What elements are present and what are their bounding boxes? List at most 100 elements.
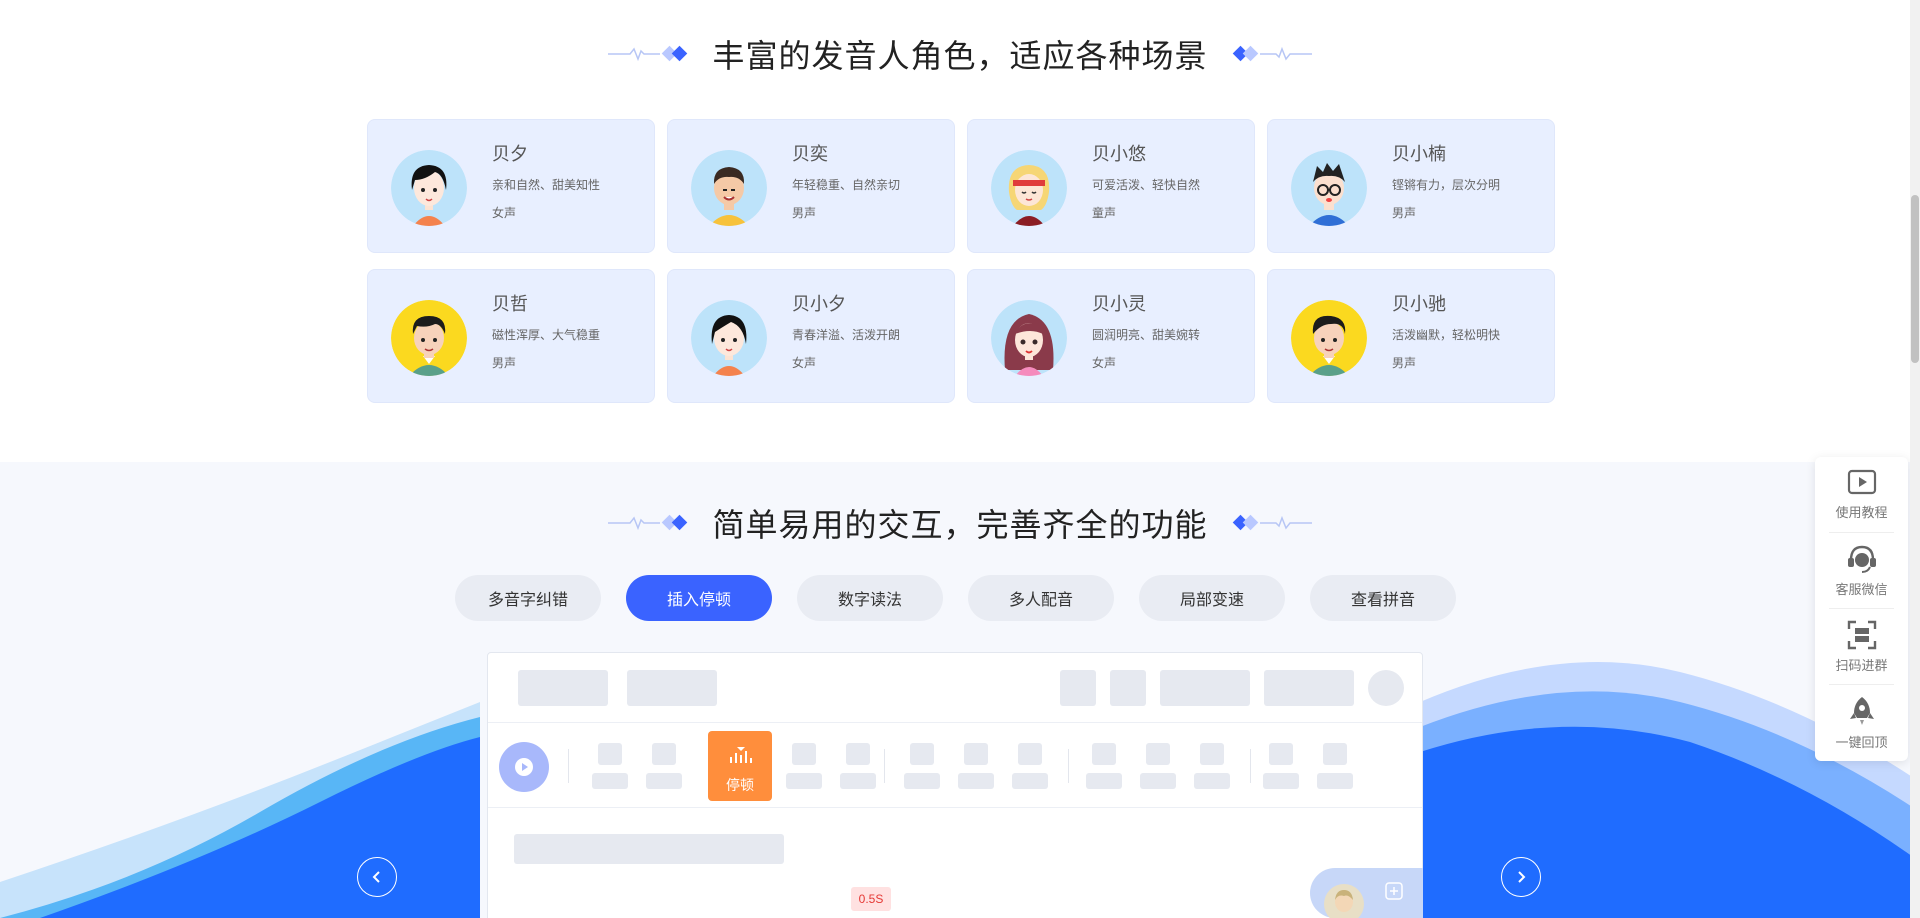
pinyin-placeholder [958,773,994,789]
voice-description: 青春洋溢、活泼开朗 [792,328,901,342]
male-glasses-icon [1291,150,1367,226]
voice-gender: 男声 [792,206,817,220]
title-decoration-right [1230,513,1312,533]
pause-label: 停顿 [726,778,754,794]
word-placeholder [910,743,934,765]
tab-number-reading[interactable]: 数字读法 [797,575,943,621]
pinyin-placeholder [592,773,628,789]
female-long-hair-icon [991,300,1067,376]
pinyin-placeholder [1263,773,1299,789]
voice-name: 贝夕 [492,144,528,165]
divider [1068,749,1069,783]
voice-card[interactable]: 贝奕 年轻稳重、自然亲切 男声 [667,119,955,253]
pinyin-placeholder [1194,773,1230,789]
carousel-prev-button[interactable] [357,857,397,897]
voice-gender: 男声 [1392,356,1417,370]
play-icon [515,758,533,776]
title-decoration-right [1230,44,1312,64]
feature-demo-panel: 停顿 0.5S [487,652,1423,918]
voice-card[interactable]: 贝小楠 铿锵有力，层次分明 男声 [1267,119,1555,253]
side-item-label: 使用教程 [1835,505,1888,521]
voice-card[interactable]: 贝夕 亲和自然、甜美知性 女声 [367,119,655,253]
voice-description: 亲和自然、甜美知性 [492,178,601,192]
word-placeholder [792,743,816,765]
page-scrollbar-track[interactable] [1910,0,1920,918]
voice-gender: 女声 [1092,356,1117,370]
section-features-title: 简单易用的交互，完善齐全的功能 [712,506,1208,544]
female-short-hair-icon [691,300,767,376]
divider [488,807,1422,808]
tab-local-speed[interactable]: 局部变速 [1139,575,1285,621]
voice-card[interactable]: 贝小悠 可爱活泼、轻快自然 童声 [967,119,1255,253]
play-button[interactable] [499,742,549,792]
voice-description: 活泼幽默，轻松明快 [1392,328,1501,342]
side-item-back-to-top[interactable]: 一键回顶 [1815,685,1908,760]
section-features-header: 简单易用的交互，完善齐全的功能 [0,493,1920,553]
voice-description: 磁性浑厚、大气稳重 [492,328,601,342]
section-voices-title: 丰富的发音人角色，适应各种场景 [712,37,1208,75]
side-item-label: 客服微信 [1835,582,1888,598]
carousel-next-button[interactable] [1501,857,1541,897]
male-yellow-bg-icon [391,300,467,376]
voice-card[interactable]: 贝哲 磁性浑厚、大气稳重 男声 [367,269,655,403]
voice-name: 贝哲 [492,294,528,315]
scan-qr-icon [1847,620,1876,649]
word-placeholder [1323,743,1347,765]
toolbar-placeholder [1160,670,1250,706]
page-scrollbar-thumb[interactable] [1911,195,1919,363]
word-placeholder [1146,743,1170,765]
blonde-girl-icon [991,150,1067,226]
word-placeholder [652,743,676,765]
section-voices-header: 丰富的发音人角色，适应各种场景 [0,24,1920,84]
voice-name: 贝小驰 [1392,294,1446,315]
voice-gender: 女声 [792,356,817,370]
word-placeholder [1018,743,1042,765]
video-tutorial-icon [1847,469,1876,494]
floating-side-panel: 使用教程 客服微信 扫码进群 一键回顶 [1815,457,1908,761]
voice-name: 贝小灵 [1092,294,1146,315]
voice-card[interactable]: 贝小灵 圆润明亮、甜美婉转 女声 [967,269,1255,403]
voice-description: 可爱活泼、轻快自然 [1092,178,1201,192]
pause-marker-chip[interactable]: 停顿 [708,731,772,801]
divider [568,749,569,783]
side-item-wechat-support[interactable]: 客服微信 [1815,533,1908,608]
voice-description: 年轻稳重、自然亲切 [792,178,901,192]
voice-card[interactable]: 贝小驰 活泼幽默，轻松明快 男声 [1267,269,1555,403]
voice-description: 圆润明亮、甜美婉转 [1092,328,1201,342]
avatar [1324,884,1364,918]
tab-multi-voice[interactable]: 多人配音 [968,575,1114,621]
divider [884,749,885,783]
tab-view-pinyin[interactable]: 查看拼音 [1310,575,1456,621]
voice-card[interactable]: 贝小夕 青春洋溢、活泼开朗 女声 [667,269,955,403]
side-item-label: 一键回顶 [1835,735,1888,751]
word-placeholder [1092,743,1116,765]
tab-polyphone-correction[interactable]: 多音字纠错 [455,575,601,621]
side-item-join-group[interactable]: 扫码进群 [1815,609,1908,684]
toolbar-placeholder [1110,670,1146,706]
voice-gender: 童声 [1092,206,1117,220]
voice-card-grid: 贝夕 亲和自然、甜美知性 女声 贝奕 年轻稳重、自然亲切 男声 贝小悠 可爱活泼… [367,119,1555,403]
voice-name: 贝小楠 [1392,144,1446,165]
pinyin-placeholder [1086,773,1122,789]
expand-icon[interactable] [1385,882,1403,900]
pinyin-placeholder [1012,773,1048,789]
chevron-right-icon [1518,871,1526,883]
side-item-tutorial[interactable]: 使用教程 [1815,457,1908,532]
feature-tabs: 多音字纠错 插入停顿 数字读法 多人配音 局部变速 查看拼音 [455,575,1456,621]
tab-insert-pause[interactable]: 插入停顿 [626,575,772,621]
toolbar-placeholder [518,670,608,706]
chevron-left-icon [372,871,380,883]
word-placeholder [1200,743,1224,765]
word-placeholder [846,743,870,765]
voice-selector-pill[interactable] [1310,868,1423,918]
divider [1250,749,1251,783]
voice-gender: 男声 [1392,206,1417,220]
pinyin-placeholder [646,773,682,789]
toolbar-placeholder [1060,670,1096,706]
pinyin-placeholder [904,773,940,789]
word-placeholder [1269,743,1293,765]
male-smiling-icon [691,150,767,226]
side-item-label: 扫码进群 [1835,658,1888,674]
pinyin-placeholder [1317,773,1353,789]
voice-name: 贝小悠 [1092,144,1146,165]
